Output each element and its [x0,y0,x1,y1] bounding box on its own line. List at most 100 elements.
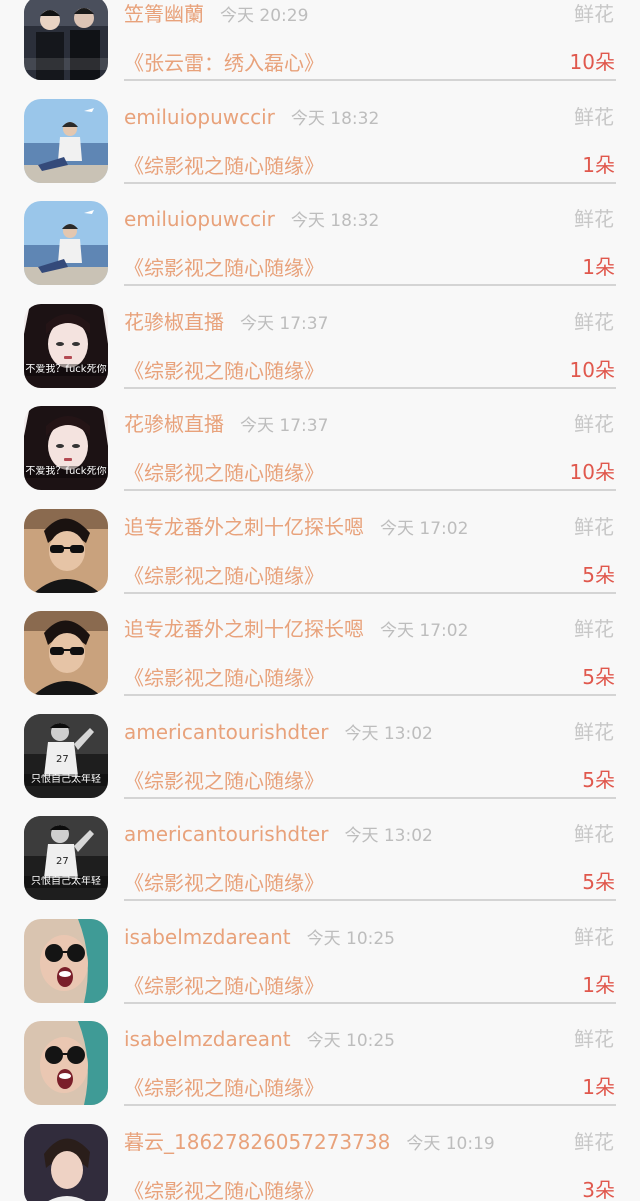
timestamp: 今天 18:32 [290,108,380,129]
flower-count: 5朵 [582,562,615,587]
flower-count: 1朵 [582,972,615,997]
list-item[interactable]: 27 只恨自己太年轻 americantourishdter 今天 13:02 鲜花《综… [0,802,640,905]
flower-count: 1朵 [582,1075,615,1099]
timestamp: 今天 17:37 [240,416,329,436]
gift-type: 鲜花 [574,412,614,436]
list-item[interactable]: 笠箐幽蘭 今天 20:29 鲜花 《张云雷：绣入磊心》 10朵 [0,0,640,85]
book-title-link[interactable]: 《综影视之随心随缘》 [124,972,324,1000]
gift-type: 鲜花 [574,1027,614,1051]
user-name-text[interactable]: 暮云_18627826057273738 [124,1130,390,1154]
user-name[interactable]: isabelmzdareant 今天 10:25 [124,923,395,953]
book-title-link[interactable]: 《综影视之随心随缘》 [124,152,324,180]
flower-count: 5朵 [582,870,615,894]
divider [124,796,616,799]
list-item[interactable]: 暮云_18627826057273738 今天 10:19 鲜花 《综影视之随心随缘》… [0,1110,640,1201]
avatar[interactable] [24,0,108,80]
user-name-text[interactable]: 花骖椒直播 [124,310,224,334]
gift-type: 鲜花 [574,822,614,846]
user-name-text[interactable]: isabelmzdareant [124,925,291,949]
flower-count: 5朵 [582,665,615,689]
user-name-text[interactable]: emiluiopuwccir [124,207,275,231]
book-title-link[interactable]: 《综影视之随心随缘》 [124,254,324,282]
book-title-link[interactable]: 《综影视之随心随缘》 [124,562,324,590]
list-item[interactable]: 不爱我？fuck死你 花骖椒直播 今天 17:37 鲜花 《综影视之随心随缘》 10朵 [0,290,640,393]
avatar[interactable] [24,201,108,285]
timestamp: 今天 13:02 [344,723,433,744]
user-name-text[interactable]: 笠箐幽蘭 [124,2,204,26]
timestamp: 今天 10:25 [306,1031,395,1051]
user-name[interactable]: 追专龙番外之刺十亿探长嗯 今天 17:02 [124,615,468,645]
list-item[interactable]: 不爱我？fuck死你 花骖椒直播 今天 17:37 鲜花 《综影视之随心随缘》 10朵 [0,392,640,495]
divider [124,489,616,491]
user-name-text[interactable]: 花骖椒直播 [124,412,224,436]
avatar-caption: 只恨自己太年轻 [24,773,108,786]
flower-count: 5朵 [582,767,615,792]
divider [124,591,616,594]
list-item[interactable]: emiluiopuwccir 今天 18:32 鲜花《综影视之随心随缘》 1朵 [0,85,640,188]
user-name[interactable]: isabelmzdareant 今天 10:25 [124,1025,395,1055]
flower-gift-list: 笠箐幽蘭 今天 20:29 鲜花 《张云雷：绣入磊心》 10朵 emiluiopuwcci… [0,0,640,1201]
user-name[interactable]: americantourishdter 今天 13:02 [124,820,433,850]
user-name[interactable]: 追专龙番外之刺十亿探长嗯 今天 17:02 [124,513,468,543]
list-item[interactable]: 追专龙番外之刺十亿探长嗯 今天 17:02 鲜花 《综影视之随心随缘》 5朵 [0,597,640,700]
user-name-text[interactable]: isabelmzdareant [124,1027,291,1051]
user-name-text[interactable]: americantourishdter [124,720,328,744]
avatar-caption: 只恨自己太年轻 [24,876,108,888]
avatar[interactable]: 27 只恨自己太年轻 [24,713,108,798]
avatar[interactable]: 27 只恨自己太年轻 [24,816,108,900]
user-name-text[interactable]: emiluiopuwccir [124,105,275,129]
divider [124,1001,616,1004]
gift-type: 鲜花 [574,514,614,539]
list-rows: 笠箐幽蘭 今天 20:29 鲜花 《张云雷：绣入磊心》 10朵 emiluiopuwcci… [0,0,640,1201]
avatar[interactable] [24,1123,108,1201]
gift-type: 鲜花 [574,207,614,231]
user-name[interactable]: emiluiopuwccir 今天 18:32 [124,205,379,235]
timestamp: 今天 17:02 [380,621,469,641]
avatar[interactable]: 不爱我？fuck死你 [24,303,108,388]
flower-count: 1朵 [582,255,615,279]
user-name[interactable]: 暮云_18627826057273738 今天 10:19 [124,1128,495,1158]
divider [124,386,616,389]
user-name[interactable]: 笠箐幽蘭 今天 20:29 [124,0,308,30]
list-item[interactable]: isabelmzdareant 今天 10:25 鲜花《综影视之随心随缘》 1朵 [0,905,640,1008]
user-name-text[interactable]: americantourishdter [124,822,328,846]
svg-text:27: 27 [56,754,69,765]
list-item[interactable]: 追专龙番外之刺十亿探长嗯 今天 17:02 鲜花《综影视之随心随缘》 5朵 [0,495,640,598]
book-title-link[interactable]: 《综影视之随心随缘》 [124,459,324,487]
user-name[interactable]: 花骖椒直播 今天 17:37 [124,410,328,440]
avatar[interactable] [24,98,108,183]
book-title-link[interactable]: 《张云雷：绣入磊心》 [124,49,324,77]
divider [124,79,616,81]
avatar[interactable] [24,918,108,1003]
timestamp: 今天 10:25 [306,928,395,949]
gift-type: 鲜花 [574,2,614,26]
user-name[interactable]: emiluiopuwccir 今天 18:32 [124,103,379,133]
avatar[interactable] [24,1021,108,1105]
list-item[interactable]: 27 只恨自己太年轻 americantourishdter 今天 13:02 鲜花 《综… [0,700,640,803]
user-name[interactable]: 花骖椒直播 今天 17:37 [124,308,328,338]
gift-type: 鲜花 [574,309,614,334]
list-item[interactable]: isabelmzdareant 今天 10:25 鲜花《综影视之随心随缘》 1朵 [0,1007,640,1110]
timestamp: 今天 18:32 [290,211,380,231]
divider [124,284,616,286]
avatar[interactable] [24,508,108,593]
avatar[interactable] [24,611,108,695]
book-title-link[interactable]: 《综影视之随心随缘》 [124,357,324,385]
book-title-link[interactable]: 《综影视之随心随缘》 [124,1074,324,1102]
user-name-text[interactable]: 追专龙番外之刺十亿探长嗯 [124,515,364,539]
avatar[interactable]: 不爱我？fuck死你 [24,406,108,490]
gift-type: 鲜花 [574,924,614,949]
book-title-link[interactable]: 《综影视之随心随缘》 [124,869,324,897]
flower-count: 1朵 [582,152,615,177]
book-title-link[interactable]: 《综影视之随心随缘》 [124,767,324,795]
book-title-link[interactable]: 《综影视之随心随缘》 [124,664,324,692]
divider [124,181,616,184]
list-item[interactable]: emiluiopuwccir 今天 18:32 鲜花《综影视之随心随缘》 1朵 [0,187,640,290]
gift-type: 鲜花 [574,104,614,129]
svg-text:27: 27 [56,856,69,867]
avatar-caption: 不爱我？fuck死你 [24,466,108,478]
avatar-caption: 不爱我？fuck死你 [24,363,108,376]
user-name[interactable]: americantourishdter 今天 13:02 [124,718,433,748]
user-name-text[interactable]: 追专龙番外之刺十亿探长嗯 [124,617,364,641]
book-title-link[interactable]: 《综影视之随心随缘》 [124,1177,324,1201]
